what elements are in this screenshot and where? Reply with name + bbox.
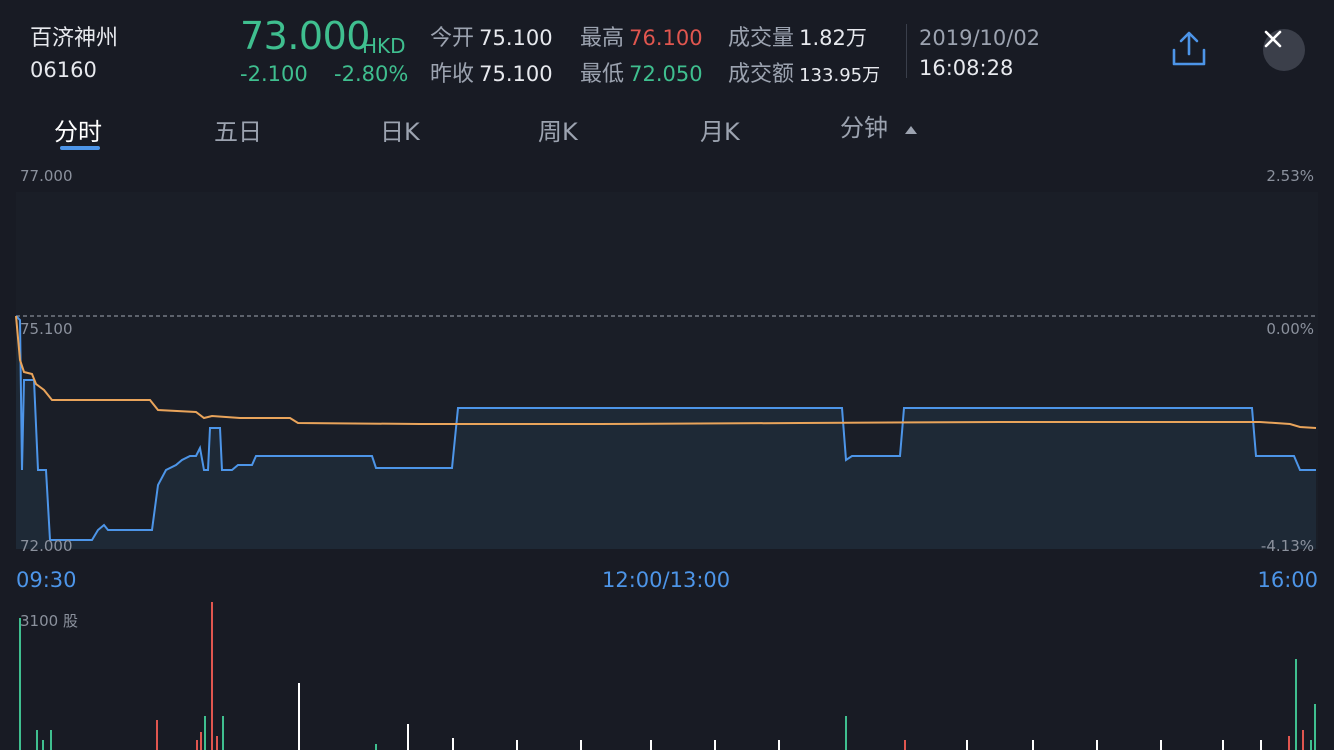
pct-axis-bottom-label: -4.13%	[1260, 537, 1314, 555]
pct-axis-top-label: 2.53%	[1266, 167, 1314, 185]
y-axis-mid-label: 75.100	[20, 320, 73, 338]
volume-bars	[19, 602, 1316, 750]
pct-axis-mid-label: 0.00%	[1266, 320, 1314, 338]
y-axis-bottom-label: 72.000	[20, 537, 73, 555]
price-area-fill	[16, 316, 1316, 549]
time-axis-mid: 12:00/13:00	[602, 568, 731, 592]
time-axis-end: 16:00	[1257, 568, 1318, 592]
y-axis-top-label: 77.000	[20, 167, 73, 185]
chart-svg	[0, 315, 1334, 750]
volume-axis-label: 3100 股	[20, 612, 78, 630]
time-axis-start: 09:30	[16, 568, 77, 592]
